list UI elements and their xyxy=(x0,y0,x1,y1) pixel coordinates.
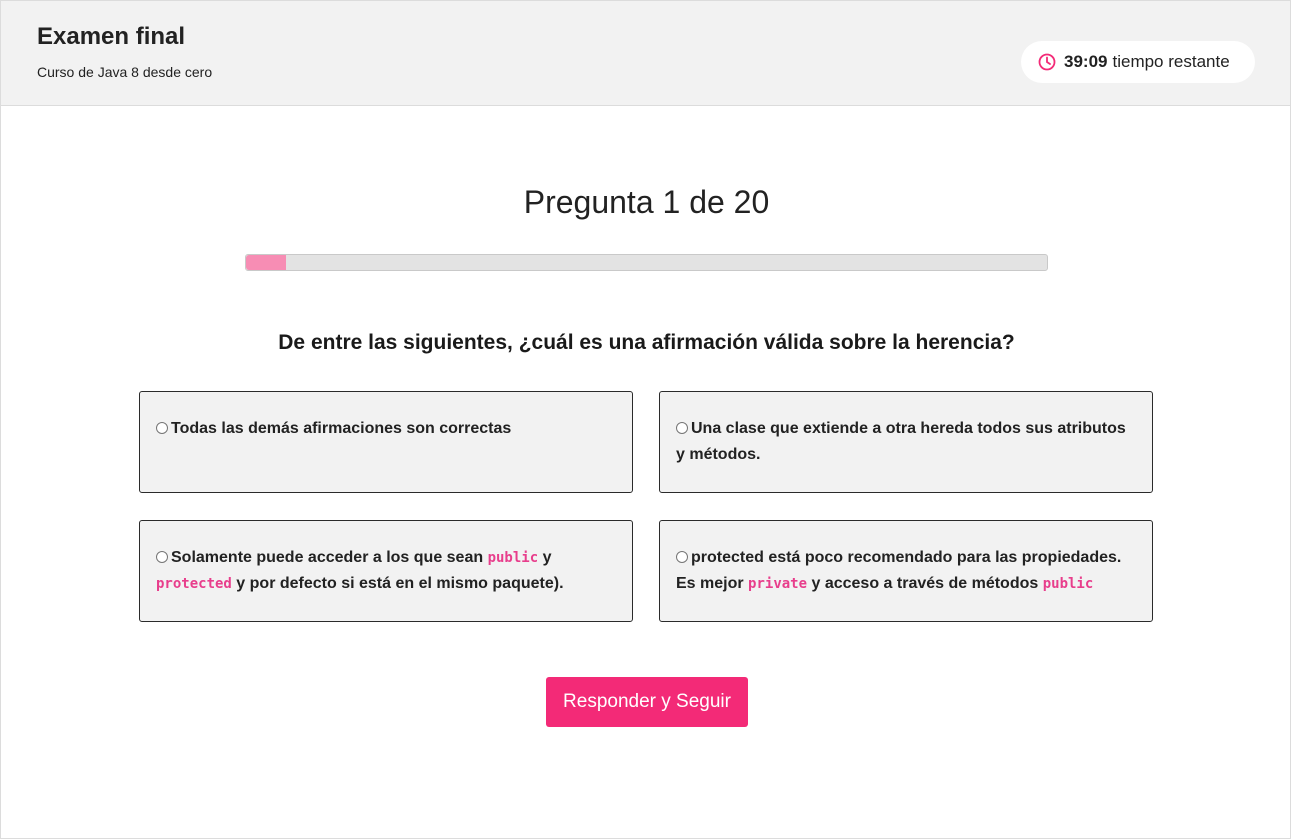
answer-radio-1[interactable] xyxy=(156,422,168,434)
code-keyword-private: private xyxy=(748,576,808,592)
progress-bar xyxy=(245,254,1048,271)
answer-option-3-text: y por defecto si está en el mismo paquet… xyxy=(231,575,564,592)
timer-value: 39:09 xyxy=(1064,52,1108,71)
answer-option-2[interactable]: Una clase que extiende a otra hereda tod… xyxy=(659,391,1153,493)
exam-header: Examen final Curso de Java 8 desde cero … xyxy=(1,1,1290,106)
answer-radio-4[interactable] xyxy=(676,551,688,563)
time-remaining-badge: 39:09 tiempo restante xyxy=(1021,41,1255,83)
answer-option-3-text: y xyxy=(538,549,552,566)
answer-option-2-text: Una clase que extiende a otra hereda tod… xyxy=(676,420,1126,463)
submit-answer-button[interactable]: Responder y Seguir xyxy=(546,677,748,727)
answer-option-4[interactable]: protected está poco recomendado para las… xyxy=(659,520,1153,622)
exam-page: Examen final Curso de Java 8 desde cero … xyxy=(0,0,1291,839)
course-name: Curso de Java 8 desde cero xyxy=(37,64,213,80)
question-counter: Pregunta 1 de 20 xyxy=(523,184,770,220)
answer-option-3-text: Solamente puede acceder a los que sean xyxy=(171,549,488,566)
answer-option-1[interactable]: Todas las demás afirmaciones son correct… xyxy=(139,391,633,493)
answer-option-4-text: y acceso a través de métodos xyxy=(807,575,1043,592)
code-keyword-protected: protected xyxy=(156,576,232,592)
progress-bar-fill xyxy=(246,255,287,270)
clock-icon xyxy=(1038,53,1056,71)
answer-radio-3[interactable] xyxy=(156,551,168,563)
exam-title: Examen final xyxy=(37,23,186,50)
code-keyword-public: public xyxy=(1042,576,1094,592)
answer-option-1-text: Todas las demás afirmaciones son correct… xyxy=(171,420,512,437)
answer-radio-2[interactable] xyxy=(676,422,688,434)
timer-label: tiempo restante xyxy=(1112,52,1230,71)
question-text: De entre las siguientes, ¿cuál es una af… xyxy=(278,331,1015,354)
code-keyword-public: public xyxy=(487,550,539,566)
answer-option-3[interactable]: Solamente puede acceder a los que sean p… xyxy=(139,520,633,622)
